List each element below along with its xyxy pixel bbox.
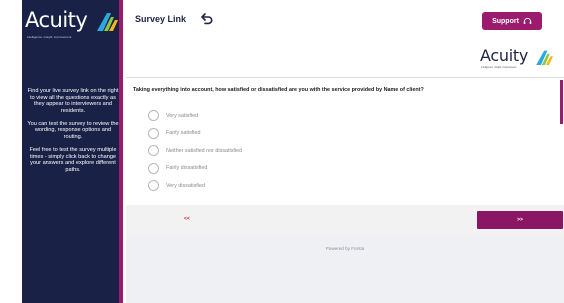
question-marker: [560, 80, 563, 124]
instruction-paragraph: Find your live survey link on the right …: [27, 88, 119, 114]
logo-text: Acuity: [25, 8, 88, 32]
survey-logo: Acuity intelligence. insight. improvemen…: [480, 46, 560, 72]
acuity-logo: Acuity intelligence. insight. improvemen…: [25, 8, 120, 44]
support-button[interactable]: Support: [482, 12, 542, 30]
option-neither[interactable]: Neither satisfied nor dissatisfied: [148, 142, 242, 160]
headset-icon: [523, 17, 532, 24]
powered-by-text: Powered by Forsta: [325, 246, 365, 251]
option-label[interactable]: Very dissatisfied: [166, 183, 205, 189]
previous-button[interactable]: <<: [184, 216, 190, 222]
sidebar-instructions: Find your live survey link on the right …: [26, 88, 120, 180]
header-divider: [126, 77, 564, 78]
instruction-paragraph: You can test the survey to review the wo…: [27, 120, 119, 141]
option-very-dissatisfied[interactable]: Very dissatisfied: [148, 177, 242, 195]
navigation-bar: << >>: [126, 205, 564, 237]
option-label[interactable]: Very satisfied: [166, 113, 198, 119]
survey-logo-tagline: intelligence. insight. improvement.: [481, 66, 518, 69]
radio-button[interactable]: [148, 145, 159, 157]
radio-button[interactable]: [148, 180, 159, 192]
page-title: Survey Link: [135, 14, 187, 24]
option-label[interactable]: Neither satisfied nor dissatisfied: [166, 148, 242, 154]
radio-button[interactable]: [148, 127, 159, 139]
logo-stripes-icon: [97, 13, 118, 31]
radio-button[interactable]: [148, 110, 159, 122]
return-arrow-icon[interactable]: [201, 13, 213, 25]
next-button[interactable]: >>: [477, 211, 563, 229]
answer-options: Very satisfied Fairly satisfied Neither …: [148, 107, 242, 195]
radio-button[interactable]: [148, 162, 159, 174]
sidebar: Acuity intelligence. insight. improvemen…: [22, 0, 123, 303]
option-label[interactable]: Fairly satisfied: [166, 130, 200, 136]
topbar: Survey Link Support: [126, 0, 564, 36]
instruction-paragraph: Feel free to test the survey multiple ti…: [29, 147, 117, 173]
support-label: Support: [492, 17, 519, 25]
footer: Powered by Forsta: [126, 237, 564, 303]
option-fairly-dissatisfied[interactable]: Fairly dissatisfied: [148, 160, 242, 178]
option-fairly-satisfied[interactable]: Fairly satisfied: [148, 125, 242, 143]
question-text: Taking everything into account, how sati…: [133, 87, 424, 93]
option-very-satisfied[interactable]: Very satisfied: [148, 107, 242, 125]
survey-logo-text: Acuity: [480, 46, 528, 65]
logo-stripes-icon: [536, 50, 553, 65]
option-label[interactable]: Fairly dissatisfied: [166, 165, 207, 171]
logo-tagline: intelligence. insight. improvement.: [27, 35, 73, 39]
